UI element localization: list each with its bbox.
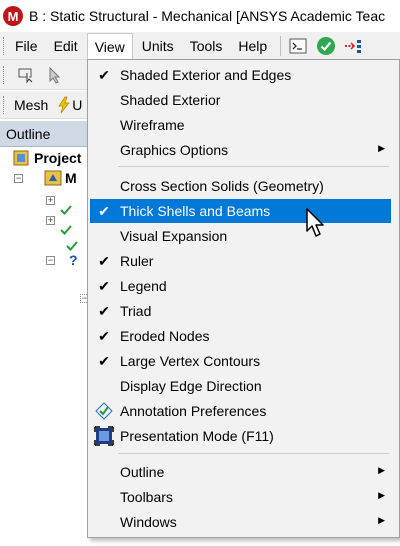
menu-item-label: Shaded Exterior and Edges — [120, 67, 292, 83]
tree-item-static-structural[interactable]: − ? — [46, 250, 78, 270]
menu-file[interactable]: File — [8, 33, 45, 59]
menu-item-ruler[interactable]: ✔ Ruler — [90, 249, 391, 273]
menu-item-label: Display Edge Direction — [120, 378, 262, 394]
model-icon — [44, 170, 62, 186]
menu-item-graphics-options[interactable]: Graphics Options ▶ — [90, 138, 391, 162]
menu-item-triad[interactable]: ✔ Triad — [90, 299, 391, 323]
toolbar-grip[interactable] — [3, 95, 6, 114]
menu-item-wireframe[interactable]: Wireframe — [90, 113, 391, 137]
update-button[interactable]: U — [56, 96, 82, 114]
menu-item-label: Cross Section Solids (Geometry) — [120, 178, 324, 194]
menu-item-shaded-exterior[interactable]: Shaded Exterior — [90, 88, 391, 112]
annotation-preferences-icon — [90, 399, 118, 423]
status-question-icon: ? — [69, 252, 78, 268]
menu-view[interactable]: View — [86, 32, 133, 60]
menu-help[interactable]: Help — [231, 33, 274, 59]
status-check-icon — [60, 200, 72, 220]
collapse-icon[interactable]: − — [46, 255, 55, 265]
select-cursor-icon[interactable] — [44, 64, 66, 86]
menu-item-thick-shells-and-beams[interactable]: ✔ Thick Shells and Beams — [90, 199, 391, 223]
menu-item-label: Shaded Exterior — [120, 92, 221, 108]
menu-item-label: Windows — [120, 514, 177, 530]
tree-item-coordinate-systems[interactable]: + — [46, 210, 55, 230]
window-title: B : Static Structural - Mechanical [ANSY… — [29, 8, 386, 24]
toolbar-grip[interactable] — [3, 36, 6, 55]
checkmark-icon: ✔ — [98, 353, 110, 369]
menu-item-cross-section-solids[interactable]: Cross Section Solids (Geometry) — [90, 174, 391, 198]
menu-item-label: Eroded Nodes — [120, 328, 210, 344]
menu-separator — [118, 453, 389, 454]
menu-bar: File Edit View Units Tools Help — [0, 32, 400, 60]
menu-item-label: Visual Expansion — [120, 228, 228, 244]
menu-units[interactable]: Units — [135, 33, 181, 59]
menu-item-label: Wireframe — [120, 117, 185, 133]
tree-filter-icon[interactable] — [343, 35, 365, 57]
menu-item-display-edge-direction[interactable]: Display Edge Direction — [90, 374, 391, 398]
checkmark-icon: ✔ — [98, 328, 110, 344]
solve-check-icon[interactable] — [315, 35, 337, 57]
menu-item-legend[interactable]: ✔ Legend — [90, 274, 391, 298]
checkmark-icon: ✔ — [98, 278, 110, 294]
submenu-arrow-icon: ▶ — [378, 143, 385, 153]
submenu-arrow-icon: ▶ — [378, 490, 385, 500]
view-menu-dropdown: ✔ Shaded Exterior and Edges Shaded Exter… — [87, 59, 400, 538]
menu-separator — [118, 166, 389, 167]
select-mode-icon[interactable] — [16, 64, 38, 86]
menu-item-shaded-exterior-and-edges[interactable]: ✔ Shaded Exterior and Edges — [90, 63, 391, 87]
expand-icon[interactable]: + — [46, 215, 55, 225]
menu-item-label: Presentation Mode (F11) — [120, 428, 274, 444]
submenu-arrow-icon: ▶ — [378, 515, 385, 525]
tree-label-project: Project — [34, 150, 82, 166]
expand-icon[interactable]: + — [46, 195, 55, 205]
checkmark-icon: ✔ — [98, 303, 110, 319]
toolbar-grip[interactable] — [3, 65, 6, 84]
tree-item-geometry[interactable]: + — [46, 190, 55, 210]
title-bar: M B : Static Structural - Mechanical [AN… — [0, 0, 400, 32]
menu-item-large-vertex-contours[interactable]: ✔ Large Vertex Contours — [90, 349, 391, 373]
menu-item-label: Annotation Preferences — [120, 403, 267, 419]
mesh-button[interactable]: Mesh — [14, 97, 48, 113]
menu-item-visual-expansion[interactable]: Visual Expansion — [90, 224, 391, 248]
submenu-arrow-icon: ▶ — [378, 465, 385, 475]
toolbar-separator — [280, 35, 282, 56]
menu-edit[interactable]: Edit — [47, 33, 85, 59]
tree-label-model: M — [65, 170, 77, 186]
menu-item-label: Outline — [120, 464, 165, 480]
menu-item-label: Graphics Options — [120, 142, 229, 158]
checkmark-icon: ✔ — [98, 253, 110, 269]
tree-item-project[interactable]: Project — [12, 148, 81, 168]
menu-item-label: Legend — [120, 278, 167, 294]
checkmark-icon: ✔ — [98, 203, 110, 219]
menu-item-outline[interactable]: Outline ▶ — [90, 460, 391, 484]
ansys-mechanical-logo-icon: M — [3, 6, 23, 26]
menu-item-label: Large Vertex Contours — [120, 353, 261, 369]
lightning-bolt-icon — [58, 96, 70, 113]
menu-item-toolbars[interactable]: Toolbars ▶ — [90, 485, 391, 509]
menu-item-windows[interactable]: Windows ▶ — [90, 510, 391, 534]
command-prompt-icon[interactable] — [287, 35, 309, 57]
project-icon — [13, 150, 29, 166]
menu-item-eroded-nodes[interactable]: ✔ Eroded Nodes — [90, 324, 391, 348]
presentation-mode-icon — [90, 424, 118, 448]
menu-item-label: Ruler — [120, 253, 154, 269]
menu-item-presentation-mode[interactable]: Presentation Mode (F11) — [90, 424, 391, 448]
menu-item-annotation-preferences[interactable]: Annotation Preferences — [90, 399, 391, 423]
menu-item-label: Toolbars — [120, 489, 173, 505]
menu-item-label: Thick Shells and Beams — [120, 203, 271, 219]
tree-item-model[interactable]: − M — [14, 168, 77, 188]
menu-tools[interactable]: Tools — [183, 33, 230, 59]
menu-item-label: Triad — [120, 303, 152, 319]
mouse-pointer-icon — [306, 208, 324, 237]
checkmark-icon: ✔ — [98, 67, 110, 83]
update-label: U — [72, 96, 83, 113]
collapse-icon[interactable]: − — [14, 173, 23, 183]
